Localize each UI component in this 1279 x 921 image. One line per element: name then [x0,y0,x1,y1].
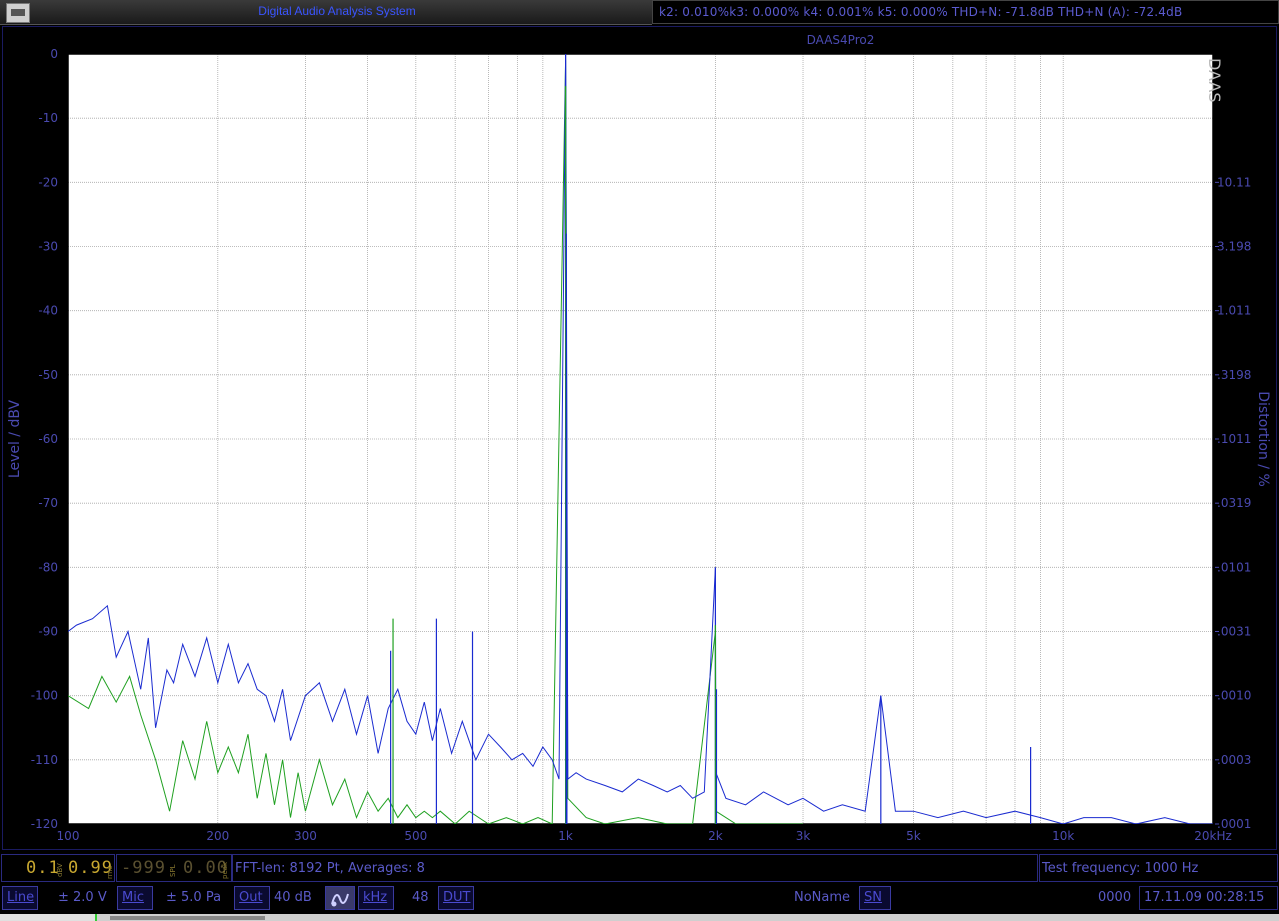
generator-icon[interactable] [325,886,355,910]
spl-value: -999 [121,858,166,878]
y-axis-label: Level / dBV [7,399,23,478]
line-input-button[interactable]: Line [2,886,38,910]
spl-meter: -999 SPL 0.00 peak [116,854,232,882]
fft-info-panel: FFT-len: 8192 Pt, Averages: 8 [232,854,1038,882]
output-button[interactable]: Out [234,886,270,910]
sample-rate: 48 [412,890,429,905]
y2-tick-label: .3198 [1217,368,1251,382]
x-tick-label: 300 [294,829,317,843]
y2-tick-label: 10.11 [1217,175,1251,189]
fft-chart[interactable]: DAAS4Pro2 DAAS 0 -10 -20 -30 -40 -50 -60 -70 -80 -9… [3,27,1276,849]
y-tick-label: -80 [38,560,58,574]
y-tick-label: -40 [38,304,58,318]
y2-tick-label: .1011 [1217,432,1251,446]
y-tick-label: -50 [38,368,58,382]
y2-tick-label: .0031 [1217,625,1251,639]
x-tick-label: 10k [1052,829,1074,843]
y2-tick-label: .0003 [1217,753,1251,767]
output-gain: 40 dB [274,890,312,905]
x-tick-label: 200 [206,829,229,843]
datetime: 17.11.09 00:28:15 [1144,890,1265,905]
mic-input-button[interactable]: Mic [117,886,153,910]
chart-watermark: DAAS [1205,58,1224,103]
y2-tick-label: .0101 [1217,560,1251,574]
x-tick-label: 5k [906,829,921,843]
x-tick-label: 1k [558,829,573,843]
window-title: Digital Audio Analysis System [258,4,416,18]
x-tick-label: 2k [708,829,723,843]
y-tick-label: -100 [31,689,58,703]
test-frequency: Test frequency: 1000 Hz [1042,861,1199,876]
meter-level-value: 0.1 [26,858,60,878]
taskbar-strip [0,914,1279,921]
distortion-readout-bar: k2: 0.010%k3: 0.000% k4: 0.001% k5: 0.00… [652,0,1279,24]
dut-button[interactable]: DUT [438,886,474,910]
level-meter: 0.1 dBV 0.99 rms [1,854,115,882]
chart-title: DAAS4Pro2 [807,33,875,47]
y-tick-label: -70 [38,496,58,510]
y-tick-label: -90 [38,625,58,639]
peak-unit: peak [221,861,229,879]
y2-tick-label: 1.011 [1217,304,1251,318]
datetime-panel: 17.11.09 00:28:15 [1139,886,1278,910]
serial-number-button[interactable]: SN [859,886,891,910]
fft-info: FFT-len: 8192 Pt, Averages: 8 [235,861,425,876]
y-tick-label: -120 [31,817,58,831]
khz-button[interactable]: kHz [358,886,394,910]
mic-range: ± 5.0 Pa [166,890,222,905]
meter-level-unit: dBV [56,863,64,877]
x-tick-label: 100 [57,829,80,843]
x-tick-label: 20kHz [1194,829,1232,843]
control-status-bar: Line ± 2.0 V Mic ± 5.0 Pa Out 40 dB kHz … [0,884,1279,914]
y2-tick-label: 3.198 [1217,240,1251,254]
y2-axis-label: Distortion / % [1255,391,1271,487]
distortion-readout: k2: 0.010%k3: 0.000% k4: 0.001% k5: 0.00… [659,5,1183,19]
y2-tick-label: .0010 [1217,689,1251,703]
fft-chart-frame: DAAS4Pro2 DAAS 0 -10 -20 -30 -40 -50 -60 -70 -80 -9… [2,26,1277,850]
y-tick-label: -110 [31,753,58,767]
x-tick-label: 500 [404,829,427,843]
spl-unit: SPL [169,864,177,877]
printer-icon[interactable] [6,3,30,23]
y-tick-label: -60 [38,432,58,446]
y-tick-label: -20 [38,175,58,189]
scrollbar[interactable] [110,916,265,920]
y-tick-label: -10 [38,111,58,125]
line-range: ± 2.0 V [58,890,107,905]
title-bar: Digital Audio Analysis System [0,0,652,25]
test-frequency-panel: Test frequency: 1000 Hz [1039,854,1278,882]
meter-rms-unit: rms [106,865,114,879]
x-tick-label: 3k [796,829,811,843]
y-tick-label: 0 [50,47,58,61]
measurement-status-bar: 0.1 dBV 0.99 rms -999 SPL 0.00 peak FFT-… [0,853,1279,883]
serial-number: 0000 [1098,890,1132,905]
device-name: NoName [794,890,851,905]
taskbar-item[interactable] [0,914,97,921]
y-tick-label: -30 [38,240,58,254]
y2-tick-label: .0319 [1217,496,1251,510]
